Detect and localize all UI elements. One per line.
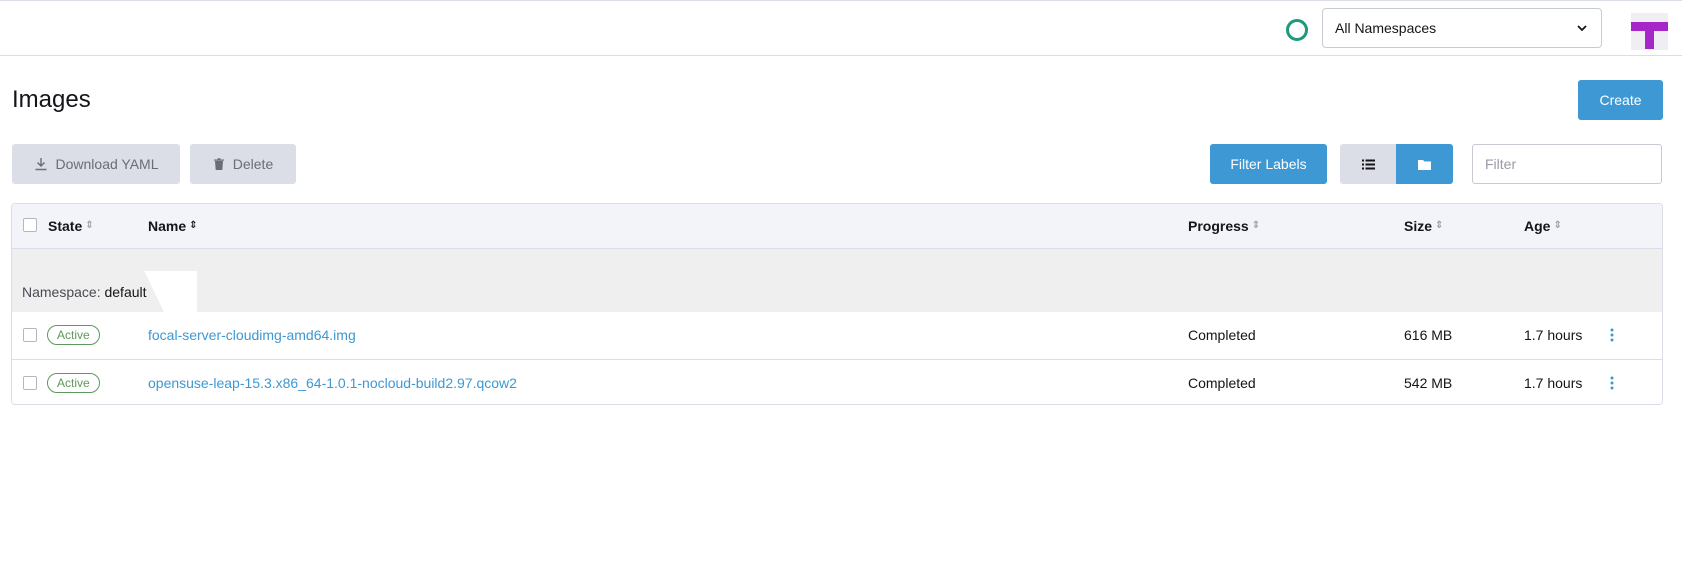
- folder-icon: [1418, 159, 1431, 170]
- list-icon: [1361, 159, 1375, 169]
- row-checkbox[interactable]: [23, 328, 37, 342]
- view-toggle: [1340, 144, 1453, 184]
- column-state[interactable]: State ⇕: [48, 218, 94, 234]
- size-cell: 616 MB: [1404, 327, 1453, 343]
- namespace-group-row: Namespace: default: [12, 249, 1662, 312]
- status-ring-icon: [1286, 19, 1308, 41]
- row-actions-button[interactable]: [1602, 371, 1622, 395]
- delete-label: Delete: [232, 156, 274, 172]
- column-name-label: Name: [148, 218, 187, 234]
- download-yaml-label: Download YAML: [55, 156, 159, 172]
- avatar[interactable]: [1631, 13, 1668, 50]
- namespace-group-label: Namespace: default: [22, 284, 147, 300]
- column-age-label: Age: [1524, 218, 1551, 234]
- age-cell: 1.7 hours: [1524, 375, 1583, 391]
- chevron-down-icon: [1577, 25, 1587, 32]
- size-cell: 542 MB: [1404, 375, 1453, 391]
- progress-cell: Completed: [1188, 327, 1256, 343]
- image-name-link[interactable]: opensuse-leap-15.3.x86_64-1.0.1-nocloud-…: [148, 375, 517, 391]
- namespace-group-prefix: Namespace:: [22, 284, 101, 300]
- select-all-checkbox[interactable]: [23, 218, 37, 232]
- sort-icon: ⇕: [189, 220, 198, 231]
- sort-icon: ⇕: [85, 220, 94, 231]
- top-bar: All Namespaces: [0, 0, 1682, 56]
- delete-button[interactable]: Delete: [190, 144, 296, 184]
- table-row: Active focal-server-cloudimg-amd64.img C…: [12, 312, 1662, 359]
- column-name[interactable]: Name ⇕: [148, 218, 198, 234]
- flat-list-view-button[interactable]: [1340, 144, 1396, 184]
- trash-icon: [213, 157, 224, 170]
- table-row: Active opensuse-leap-15.3.x86_64-1.0.1-n…: [12, 359, 1662, 404]
- group-by-namespace-button[interactable]: [1396, 144, 1453, 184]
- column-age[interactable]: Age ⇕: [1524, 218, 1562, 234]
- create-button[interactable]: Create: [1578, 80, 1663, 120]
- namespace-group-name: default: [104, 284, 147, 300]
- column-progress-label: Progress: [1188, 218, 1249, 234]
- download-icon: [35, 158, 46, 171]
- group-tab-background: [12, 249, 164, 312]
- sort-icon: ⇕: [1251, 220, 1261, 231]
- column-size-label: Size: [1404, 218, 1433, 234]
- status-badge: Active: [47, 325, 100, 345]
- table-header: State ⇕ Name ⇕ Progress ⇕ Size ⇕ Age ⇕: [12, 204, 1662, 249]
- column-state-label: State: [48, 218, 83, 234]
- namespace-select[interactable]: All Namespaces: [1322, 8, 1602, 48]
- sort-icon: ⇕: [1435, 220, 1444, 231]
- status-badge: Active: [47, 373, 100, 393]
- filter-labels-button[interactable]: Filter Labels: [1210, 144, 1327, 184]
- filter-input[interactable]: [1472, 144, 1662, 184]
- namespace-select-value: All Namespaces: [1335, 20, 1437, 36]
- download-yaml-button[interactable]: Download YAML: [12, 144, 180, 184]
- images-table: State ⇕ Name ⇕ Progress ⇕ Size ⇕ Age ⇕ N…: [11, 203, 1663, 405]
- row-actions-button[interactable]: [1602, 323, 1622, 347]
- sort-icon: ⇕: [1553, 220, 1562, 231]
- row-checkbox[interactable]: [23, 376, 37, 390]
- page-title: Images: [12, 86, 91, 113]
- column-size[interactable]: Size ⇕: [1404, 218, 1443, 234]
- image-name-link[interactable]: focal-server-cloudimg-amd64.img: [148, 327, 356, 343]
- progress-cell: Completed: [1188, 375, 1256, 391]
- kebab-menu-icon: [1610, 376, 1614, 390]
- age-cell: 1.7 hours: [1524, 327, 1583, 343]
- kebab-menu-icon: [1610, 328, 1614, 342]
- column-progress[interactable]: Progress ⇕: [1188, 218, 1260, 234]
